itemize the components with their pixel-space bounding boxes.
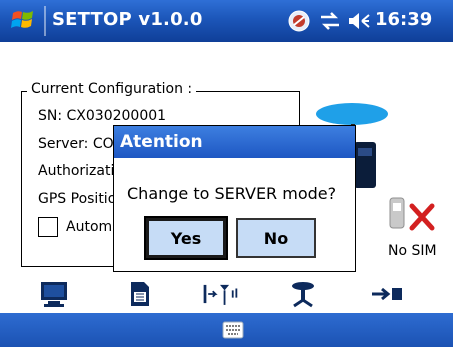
attention-dialog: Atention Change to SERVER mode? Yes No — [113, 125, 356, 272]
sim-card-icon[interactable] — [120, 277, 160, 311]
bottom-toolbar — [0, 277, 453, 313]
server-text: Server: CO — [38, 136, 114, 152]
rover-antenna-icon[interactable] — [200, 277, 240, 311]
no-button[interactable]: No — [236, 218, 316, 258]
authorization-text: Authorizatio — [38, 163, 123, 179]
config-legend: Current Configuration : — [27, 81, 197, 97]
yes-button[interactable]: Yes — [144, 216, 228, 260]
dialog-title: Atention — [114, 126, 355, 158]
volume-icon[interactable] — [347, 11, 371, 31]
title-bar: SETTOP v1.0.0 16:39 — [0, 0, 453, 42]
automatic-checkbox[interactable] — [38, 217, 58, 237]
serial-number-text: SN: CX030200001 — [38, 108, 167, 124]
base-station-icon[interactable] — [283, 277, 323, 311]
connectivity-icon[interactable] — [288, 10, 310, 32]
title-separator — [44, 6, 46, 36]
dialog-message: Change to SERVER mode? — [127, 184, 337, 203]
gps-position-text: GPS Positio — [38, 191, 117, 207]
arrow-transfer-icon[interactable] — [368, 277, 408, 311]
clock[interactable]: 16:39 — [375, 9, 432, 30]
windows-start-icon[interactable] — [9, 6, 37, 34]
monitor-icon[interactable] — [34, 277, 74, 311]
data-sync-icon[interactable] — [319, 11, 341, 31]
no-sim-label: No SIM — [388, 243, 437, 259]
keyboard-icon[interactable] — [222, 321, 244, 339]
app-title: SETTOP v1.0.0 — [52, 9, 203, 30]
soft-key-bar — [0, 313, 453, 347]
